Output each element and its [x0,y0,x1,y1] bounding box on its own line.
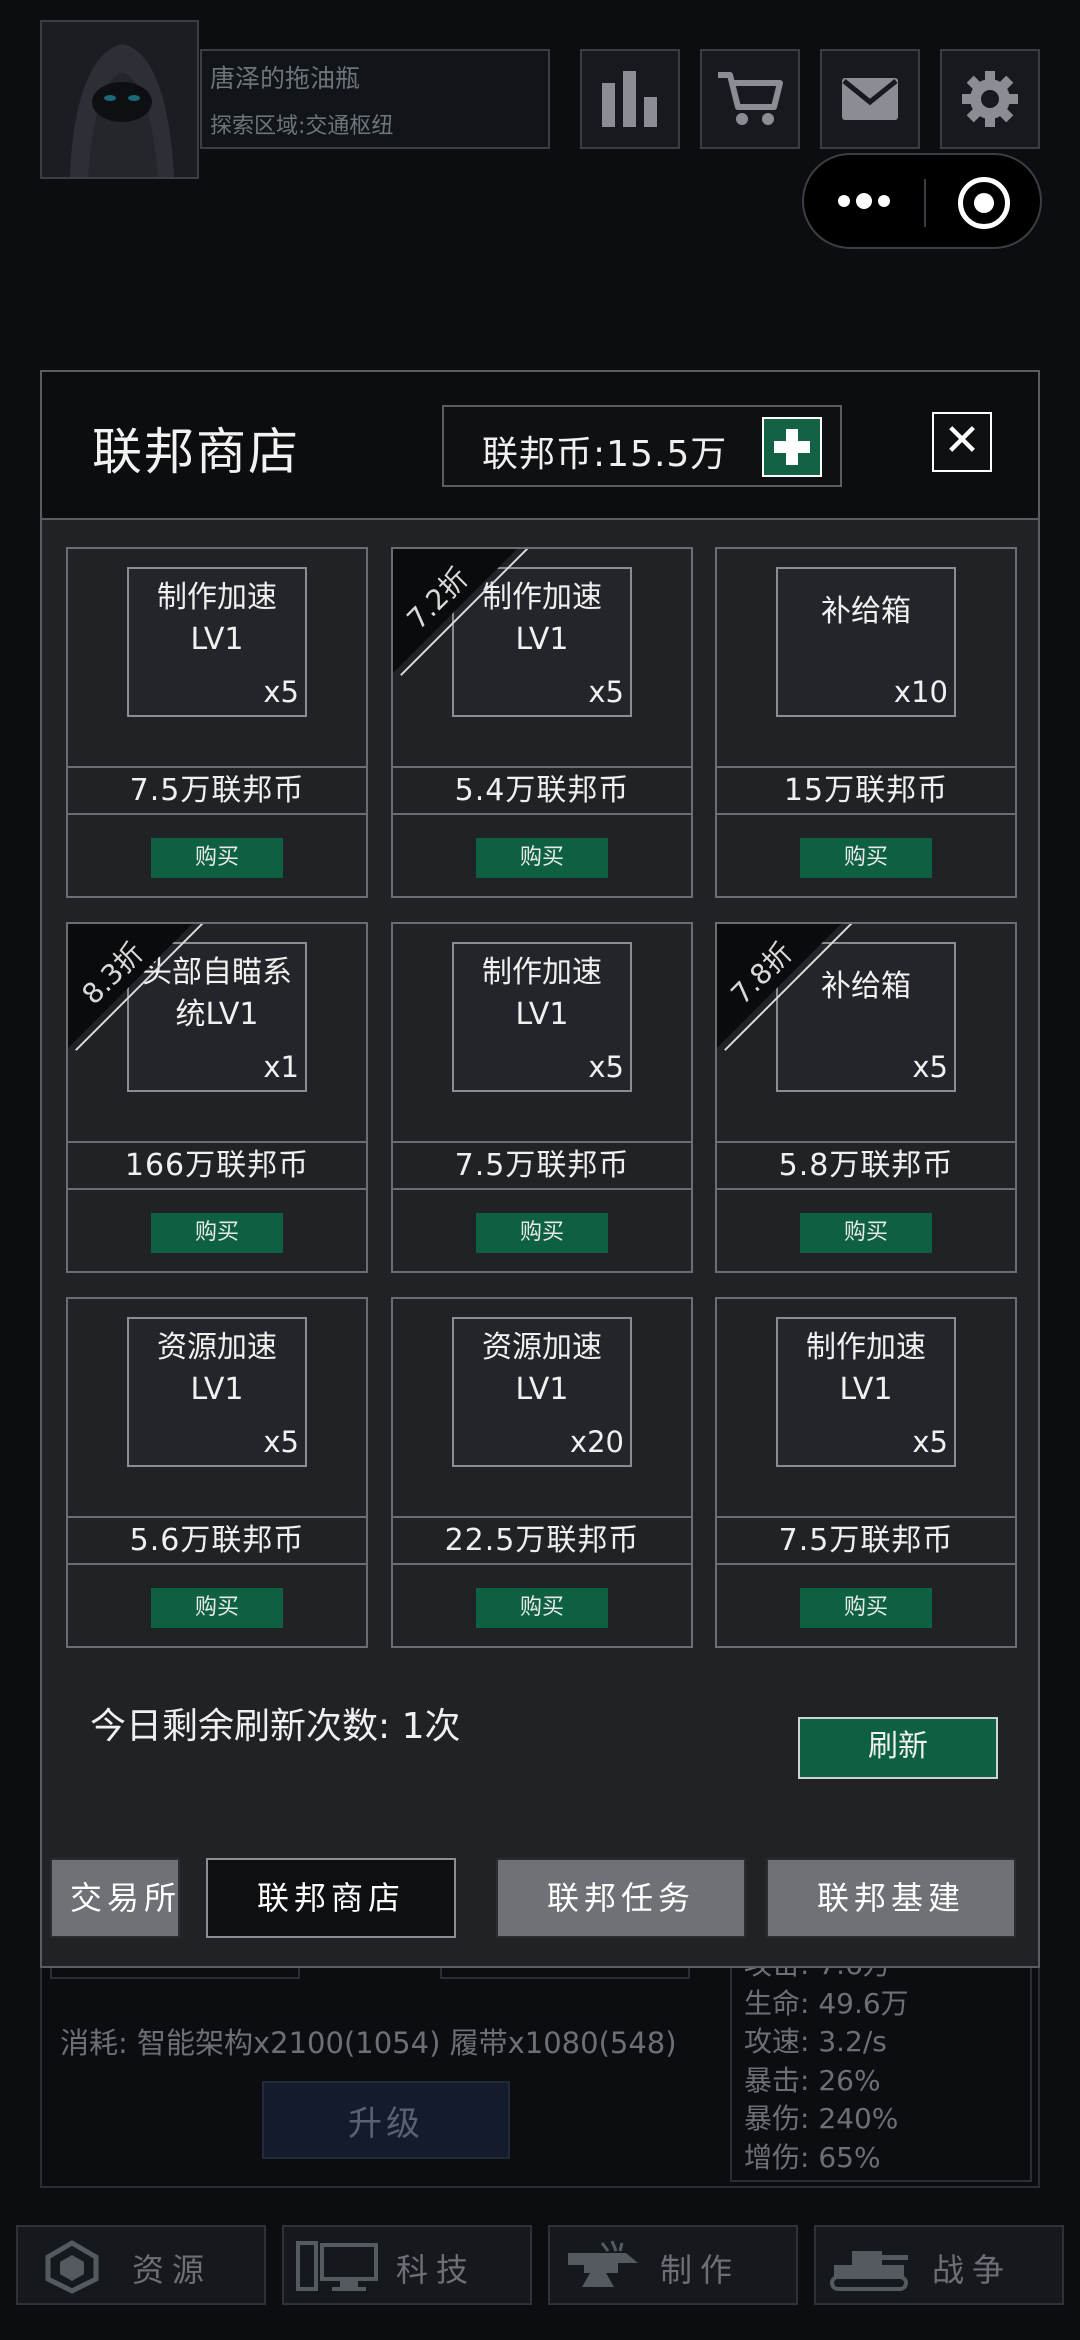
item-quantity: x10 [893,675,948,709]
buy-button[interactable]: 购买 [151,1213,283,1253]
buy-button[interactable]: 购买 [476,1588,608,1628]
shop-item-card: 补给箱 x10 15万联邦币购买 [715,547,1017,898]
player-name: 唐泽的拖油瓶 [210,64,361,93]
close-button[interactable]: ✕ [932,412,992,472]
item-name: 制作加速 LV1 [482,955,602,1032]
item-price: 7.5万联邦币 [68,766,366,815]
consume-text: 消耗: 智能架构x2100(1054) 履带x1080(548) [60,2026,677,2060]
item-quantity: x5 [588,1050,624,1084]
modal-title: 联邦商店 [92,423,300,481]
stat-dmg-bonus: 增伤: 65% [744,2140,881,2174]
add-coins-button[interactable] [762,417,822,477]
nav-war[interactable]: 战争 [814,2225,1064,2305]
computer-icon [296,2241,378,2291]
item-name: 制作加速 LV1 [157,580,277,657]
item-quantity: x5 [263,675,299,709]
federation-shop-modal: 联邦商店 联邦币:15.5万 ✕ 制作加速 LV1 x5 7.5万联邦币 购买 制作加速 L… [40,370,1040,1968]
shop-item-card: 制作加速 LV1 x5 7.5万联邦币购买 [715,1297,1017,1648]
stats-button[interactable] [580,49,680,149]
nav-resource-label: 资源 [132,2251,213,2289]
item-price: 7.5万联邦币 [717,1516,1015,1565]
shop-item-card: 制作加速 LV1 x5 5.4万联邦币 购买 7.2折 [391,547,693,898]
coin-balance: 联邦币:15.5万 [442,405,842,487]
stats-panel: 攻击: 7.6万 生命: 49.6万 攻速: 3.2/s 暴击: 26% 暴伤:… [730,1960,1032,2182]
stat-crit-dmg: 暴伤: 240% [744,2102,899,2135]
gear-icon [962,71,1018,127]
refresh-button[interactable]: 刷新 [798,1717,998,1779]
nav-craft-label: 制作 [660,2251,741,2289]
nav-war-label: 战争 [932,2251,1013,2289]
anvil-icon [568,2240,638,2287]
upgrade-button[interactable]: 升级 [262,2081,510,2159]
hooded-figure-icon [42,22,197,177]
stat-speed: 攻速: 3.2/s [744,2025,887,2058]
cart-icon [718,72,783,125]
tab-federation-build[interactable]: 联邦基建 [766,1858,1016,1938]
bar-chart-icon [602,71,657,127]
buy-button[interactable]: 购买 [800,838,932,878]
item-slot[interactable]: 制作加速 LV1 x5 [776,1317,956,1467]
item-quantity: x5 [263,1425,299,1459]
avatar[interactable] [40,20,199,179]
tab-federation-shop[interactable]: 联邦商店 [206,1858,456,1938]
tank-icon [830,2251,908,2291]
item-slot[interactable]: 资源加速 LV1 x5 [127,1317,307,1467]
item-slot[interactable]: 制作加速 LV1 x5 [452,942,632,1092]
mail-button[interactable] [820,49,920,149]
mail-icon [842,78,898,120]
shop-item-card: 制作加速 LV1 x5 7.5万联邦币购买 [391,922,693,1273]
bottom-nav: 资源 科技 制作 战争 [0,2225,1080,2315]
item-slot[interactable]: 资源加速 LV1 x20 [452,1317,632,1467]
buy-button[interactable]: 购买 [476,838,608,878]
shop-item-card: 补给箱 x5 5.8万联邦币 购买 7.8折 [715,922,1017,1273]
item-quantity: x1 [263,1050,299,1084]
item-name: 补给箱 [821,594,911,629]
stat-hp: 生命: 49.6万 [744,1986,909,2020]
item-price: 15万联邦币 [717,766,1015,815]
nav-tech-label: 科技 [396,2251,477,2289]
settings-button[interactable] [940,49,1040,149]
item-name: 资源加速 LV1 [157,1330,277,1407]
capsule-divider [924,179,926,227]
nav-resource[interactable]: 资源 [16,2225,266,2305]
more-icon[interactable] [838,193,890,209]
buy-button[interactable]: 购买 [476,1213,608,1253]
explore-area: 探索区域:交通枢纽 [210,114,394,139]
refresh-count: 今日剩余刷新次数: 1次 [90,1706,461,1747]
mini-program-capsule [802,153,1042,249]
stat-crit: 暴击: 26% [744,2063,881,2097]
shop-item-card: 头部自瞄系 统LV1 x1 166万联邦币 购买 8.3折 [66,922,368,1273]
item-quantity: x5 [588,675,624,709]
modal-header: 联邦商店 联邦币:15.5万 ✕ [42,372,1038,520]
buy-button[interactable]: 购买 [151,838,283,878]
shop-button[interactable] [700,49,800,149]
buy-button[interactable]: 购买 [151,1588,283,1628]
shop-item-card: 制作加速 LV1 x5 7.5万联邦币购买 [66,547,368,898]
item-price: 5.4万联邦币 [393,766,691,815]
item-price: 166万联邦币 [68,1141,366,1190]
item-price: 5.8万联邦币 [717,1141,1015,1190]
shop-item-card: 资源加速 LV1 x5 5.6万联邦币购买 [66,1297,368,1648]
item-quantity: x20 [569,1425,624,1459]
item-name: 资源加速 LV1 [482,1330,602,1407]
item-slot[interactable]: 制作加速 LV1 x5 [127,567,307,717]
item-price: 5.6万联邦币 [68,1516,366,1565]
nav-craft[interactable]: 制作 [548,2225,798,2305]
item-price: 22.5万联邦币 [393,1516,691,1565]
item-price: 7.5万联邦币 [393,1141,691,1190]
item-quantity: x5 [912,1425,948,1459]
coin-amount: 联邦币:15.5万 [482,434,728,475]
item-name: 制作加速 LV1 [806,1330,926,1407]
resource-icon [45,2240,99,2294]
buy-button[interactable]: 购买 [800,1588,932,1628]
nav-tech[interactable]: 科技 [282,2225,532,2305]
tab-exchange[interactable]: 交易所 [50,1858,180,1938]
buy-button[interactable]: 购买 [800,1213,932,1253]
item-slot[interactable]: 补给箱 x10 [776,567,956,717]
item-quantity: x5 [912,1050,948,1084]
close-app-icon[interactable] [958,177,1010,229]
tab-federation-quests[interactable]: 联邦任务 [496,1858,746,1938]
shop-item-card: 资源加速 LV1 x20 22.5万联邦币购买 [391,1297,693,1648]
player-info: 唐泽的拖油瓶 探索区域:交通枢纽 [200,49,550,149]
